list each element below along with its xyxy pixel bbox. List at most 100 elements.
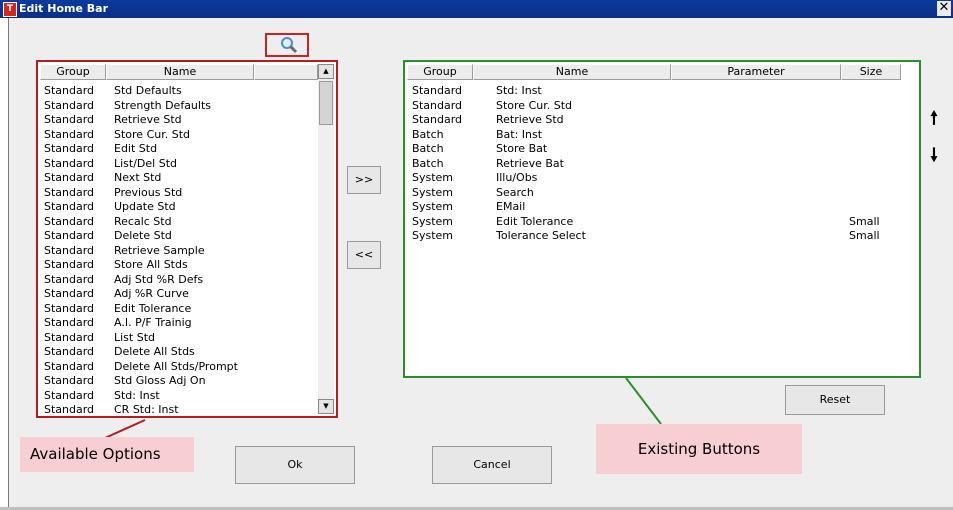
list-item[interactable]: Standard A.I. P/F Trainig	[38, 317, 336, 329]
existing-cell-0: System	[412, 229, 454, 242]
list-item[interactable]: Standard Next Std	[38, 172, 336, 184]
available-cell-1: Store Cur. Std	[114, 127, 191, 141]
available-cell-1: Update Std	[114, 200, 176, 213]
scroll-thumb[interactable]	[319, 81, 333, 125]
existing-cell-0: System	[412, 185, 454, 199]
list-item[interactable]: Standard Edit Tolerance	[38, 301, 336, 315]
list-item[interactable]: Standard Delete All Stds/Prompt	[38, 359, 336, 373]
window-title: Edit Home Bar	[19, 2, 108, 15]
list-item[interactable]: Standard Std: Inst	[405, 85, 919, 97]
close-icon[interactable]: ✕	[937, 1, 951, 16]
list-item[interactable]: Standard List/Del Std	[38, 156, 336, 170]
ok-button[interactable]: Ok	[235, 446, 355, 484]
app-icon: T	[3, 2, 17, 17]
column-header-name[interactable]: Name	[106, 64, 254, 80]
available-cell-0: Standard	[44, 359, 95, 373]
list-item[interactable]: Standard Delete All Stds	[38, 346, 336, 358]
list-item[interactable]: Standard Previous Std	[38, 185, 336, 199]
existing-cell-1: Illu/Obs	[496, 171, 538, 184]
column-header-blank[interactable]	[254, 64, 318, 80]
list-item[interactable]: System EMail	[405, 201, 919, 213]
available-cell-0: Standard	[44, 185, 95, 199]
list-item[interactable]: Standard List Std	[38, 330, 336, 344]
existing-cell-0: Batch	[412, 142, 444, 155]
available-options-list[interactable]: Group Name Standard Std Defaults Standard S…	[36, 60, 338, 418]
existing-cell-3: Small	[849, 229, 880, 242]
reset-button[interactable]: Reset	[785, 385, 885, 415]
available-cell-0: Standard	[44, 272, 95, 286]
list-item[interactable]: Standard Retrieve Std	[405, 114, 919, 126]
available-cell-1: Edit Std	[114, 142, 158, 155]
list-item[interactable]: System Search	[405, 185, 919, 199]
search-button[interactable]	[265, 33, 309, 57]
existing-cell-0: Batch	[412, 156, 444, 170]
available-cell-0: Standard	[44, 229, 95, 242]
available-cell-0: Standard	[44, 301, 95, 315]
available-scrollbar[interactable]: ▲ ▼	[318, 64, 334, 414]
existing-cell-1: Retrieve Bat	[496, 156, 564, 170]
existing-cell-0: Standard	[412, 113, 463, 126]
column-header-group[interactable]: Group	[407, 64, 473, 80]
list-item[interactable]: Standard Adj Std %R Defs	[38, 272, 336, 286]
available-cell-0: Standard	[44, 171, 95, 184]
available-cell-0: Standard	[44, 142, 95, 155]
move-down-icon[interactable]: 🠗	[927, 147, 941, 165]
list-item[interactable]: Standard Store Cur. Std	[38, 127, 336, 141]
existing-buttons-callout: Existing Buttons	[596, 424, 802, 474]
column-header-size[interactable]: Size	[841, 64, 901, 80]
available-cell-1: Adj Std %R Defs	[114, 272, 204, 286]
existing-cell-1: Bat: Inst	[496, 127, 543, 141]
list-item[interactable]: Standard Std Gloss Adj On	[38, 375, 336, 387]
existing-cell-0: System	[412, 214, 454, 228]
available-cell-1: List/Del Std	[114, 156, 178, 170]
list-item[interactable]: Standard Store All Stds	[38, 259, 336, 271]
available-cell-0: Standard	[44, 98, 95, 112]
available-cell-0: Standard	[44, 243, 95, 257]
list-item[interactable]: Standard Edit Std	[38, 143, 336, 155]
list-item[interactable]: Standard CR Std: Inst	[38, 404, 336, 416]
available-cell-1: Std Gloss Adj On	[114, 374, 206, 387]
list-item[interactable]: Standard Std Defaults	[38, 85, 336, 97]
list-item[interactable]: System Edit Tolerance Small	[405, 214, 919, 228]
cancel-button[interactable]: Cancel	[432, 446, 552, 484]
list-item[interactable]: Standard Update Std	[38, 201, 336, 213]
list-item[interactable]: Batch Bat: Inst	[405, 127, 919, 141]
column-header-group[interactable]: Group	[40, 64, 106, 80]
list-item[interactable]: Standard Retrieve Std	[38, 114, 336, 126]
available-cell-1: Next Std	[114, 171, 162, 184]
move-up-icon[interactable]: 🠕	[927, 110, 941, 128]
remove-button[interactable]: <<	[347, 241, 381, 269]
list-item[interactable]: Standard Std: Inst	[38, 388, 336, 402]
column-header-parameter[interactable]: Parameter	[671, 64, 841, 80]
available-cell-0: Standard	[44, 258, 95, 271]
available-cell-1: A.I. P/F Trainig	[114, 316, 192, 329]
list-item[interactable]: Standard Recalc Std	[38, 214, 336, 228]
title-bar: T Edit Home Bar	[0, 0, 953, 18]
scroll-down-icon[interactable]: ▼	[318, 399, 334, 414]
existing-cell-3: Small	[849, 214, 880, 228]
list-item[interactable]: Standard Retrieve Sample	[38, 243, 336, 257]
available-cell-0: Standard	[44, 214, 95, 228]
available-cell-0: Standard	[44, 127, 95, 141]
existing-cell-1: Store Bat	[496, 142, 548, 155]
available-cell-0: Standard	[44, 113, 95, 126]
list-item[interactable]: Standard Strength Defaults	[38, 98, 336, 112]
list-item[interactable]: Standard Delete Std	[38, 230, 336, 242]
existing-buttons-list[interactable]: Group Name Parameter Size Standard Std: I…	[403, 60, 921, 378]
list-item[interactable]: Batch Retrieve Bat	[405, 156, 919, 170]
list-item[interactable]: Standard Adj %R Curve	[38, 288, 336, 300]
available-cell-0: Standard	[44, 388, 95, 402]
available-cell-0: Standard	[44, 200, 95, 213]
available-cell-1: Retrieve Std	[114, 113, 182, 126]
available-cell-1: Delete All Stds/Prompt	[114, 359, 238, 373]
list-item[interactable]: System Tolerance Select Small	[405, 230, 919, 242]
list-item[interactable]: Standard Store Cur. Std	[405, 99, 919, 112]
scroll-up-icon[interactable]: ▲	[318, 64, 334, 79]
list-item[interactable]: System Illu/Obs	[405, 172, 919, 184]
list-item[interactable]: Batch Store Bat	[405, 143, 919, 155]
available-cell-1: Adj %R Curve	[114, 287, 189, 300]
column-header-name[interactable]: Name	[473, 64, 671, 80]
available-cell-1: List Std	[114, 330, 156, 344]
add-button[interactable]: >>	[347, 166, 381, 194]
available-cell-0: Standard	[44, 316, 95, 329]
